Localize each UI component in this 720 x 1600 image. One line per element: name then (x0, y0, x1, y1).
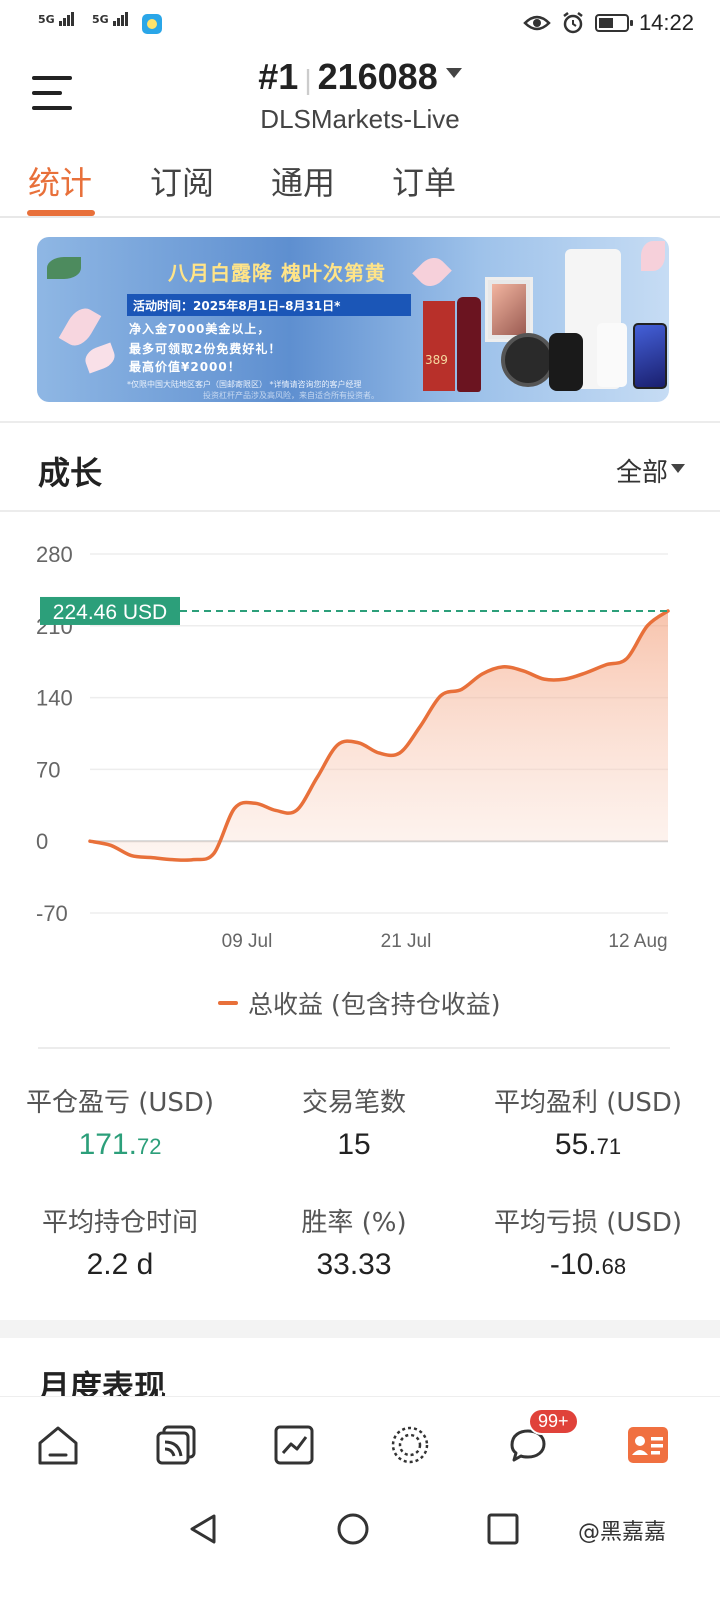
avg-hold-time-label: 平均持仓时间 (41, 1208, 198, 1238)
avg-loss-value: -10.68 (549, 1248, 627, 1281)
avg-profit-value: 55.71 (554, 1128, 622, 1161)
eye-icon (523, 15, 551, 31)
x-tick-label: 12 Aug (608, 931, 667, 952)
wine-bottle-image (457, 297, 481, 392)
avg-loss-label: 平均亏损 (USD) (493, 1208, 683, 1238)
wine-box-label: 389 (425, 353, 448, 367)
account-id: 216088 (317, 56, 438, 97)
y-tick-label: -70 (36, 901, 68, 926)
wine-box-image: 389 (423, 301, 455, 391)
sim2-signal: 5G (92, 12, 129, 26)
leaf-decoration (47, 257, 81, 279)
phone-blue-image (633, 323, 667, 389)
phone-white-image (597, 323, 627, 387)
trade-count-label: 交易笔数 (301, 1088, 406, 1118)
closed-pnl-value: 171.72 (78, 1128, 162, 1161)
banner-line-3: 最高价值¥2000！ (129, 360, 241, 374)
y-tick-label: 70 (36, 757, 60, 782)
section-separator (0, 1320, 720, 1338)
growth-chart[interactable]: 280210140700-7009 Jul 21 Jul 12 Aug 224.46… (0, 530, 720, 960)
petal-decoration (58, 303, 102, 351)
banner-line-2: 最多可领取2份免费好礼！ (129, 342, 282, 356)
banner-date: 活动时间：2025年8月1日–8月31日* (127, 294, 411, 316)
sim1-label: 5G (38, 13, 55, 26)
account-selector[interactable]: #1 | 216088 (0, 56, 720, 98)
banner-disclaimer: 投资杠杆产品涉及高风险，来自适合所有投资者。 (203, 391, 379, 400)
sim1-signal: 5G (38, 12, 75, 26)
copy-trade-icon[interactable] (154, 1423, 198, 1467)
y-tick-label: 0 (36, 829, 48, 854)
status-right: 14:22 (523, 10, 694, 36)
status-time: 14:22 (638, 10, 694, 35)
divider (38, 1047, 670, 1049)
petal-decoration (641, 241, 665, 271)
smartwatch-image (501, 333, 555, 387)
chart-icon[interactable] (272, 1423, 316, 1467)
trade-count-value: 15 (337, 1128, 371, 1161)
growth-section-title: 成长 (38, 454, 103, 492)
banner-line-1: 净入金7000美金以上， (129, 322, 271, 336)
system-nav-bar (0, 1494, 720, 1600)
y-tick-label: 140 (36, 686, 73, 711)
tab-bar: 统计 订阅 通用 订单 (0, 158, 720, 218)
x-tick-label: 21 Jul (381, 931, 432, 952)
chat-unread-badge: 99+ (528, 1408, 579, 1435)
range-dropdown[interactable]: 全部 (616, 452, 668, 489)
sim2-label: 5G (92, 13, 109, 26)
divider (0, 421, 720, 423)
status-bar: 5G 5G 14:22 (0, 0, 720, 48)
range-caret-icon[interactable] (671, 464, 685, 473)
tab-general[interactable]: 通用 (271, 158, 335, 204)
banner-title: 八月白露降 槐叶次第黄 (168, 261, 386, 285)
notification-app-icon (142, 14, 162, 34)
divider (0, 510, 720, 512)
tab-subscribe[interactable]: 订阅 (150, 158, 214, 204)
profile-card-icon[interactable] (626, 1423, 670, 1467)
recents-icon[interactable] (486, 1512, 520, 1546)
active-tab-indicator (27, 210, 95, 216)
community-icon[interactable] (388, 1423, 432, 1467)
tab-stats[interactable]: 统计 (28, 158, 92, 204)
home-circle-icon[interactable] (336, 1512, 370, 1546)
win-rate-label: 胜率 (%) (301, 1208, 407, 1238)
battery-icon (594, 14, 633, 32)
alarm-icon (563, 12, 583, 34)
signal-bars-icon (58, 12, 75, 26)
y-tick-label: 280 (36, 542, 73, 567)
petal-decoration (82, 342, 118, 374)
closed-pnl-label: 平仓盈亏 (USD) (25, 1088, 215, 1118)
avg-hold-time-value: 2.2 d (86, 1248, 154, 1281)
avg-profit-label: 平均盈利 (USD) (493, 1088, 683, 1118)
dropdown-caret-icon (445, 68, 462, 79)
current-value-label: 224.46 USD (53, 601, 167, 624)
legend-swatch (218, 1001, 238, 1005)
chart-legend: 总收益 (包含持仓收益) (218, 985, 500, 1021)
x-tick-label: 09 Jul (222, 931, 273, 952)
home-icon[interactable] (36, 1423, 80, 1467)
promo-banner[interactable]: 八月白露降 槐叶次第黄 活动时间：2025年8月1日–8月31日* 净入金700… (37, 237, 669, 402)
tab-orders[interactable]: 订单 (392, 158, 456, 204)
signal-bars-icon (112, 12, 129, 26)
account-server: DLSMarkets-Live (260, 104, 460, 134)
banner-note: *仅限中国大陆地区客户（国邮寄限区） *详情请咨询您的客户经理 (127, 380, 362, 389)
back-icon[interactable] (186, 1512, 220, 1546)
legend-label: 总收益 (包含持仓收益) (248, 990, 501, 1019)
watermark-text: @黑嘉嘉 (578, 1520, 667, 1545)
fitness-band-image (549, 333, 583, 391)
win-rate-value: 33.33 (316, 1248, 392, 1281)
bottom-nav (0, 1396, 720, 1494)
account-number: #1 (258, 56, 299, 97)
series-area-fill (90, 610, 668, 861)
